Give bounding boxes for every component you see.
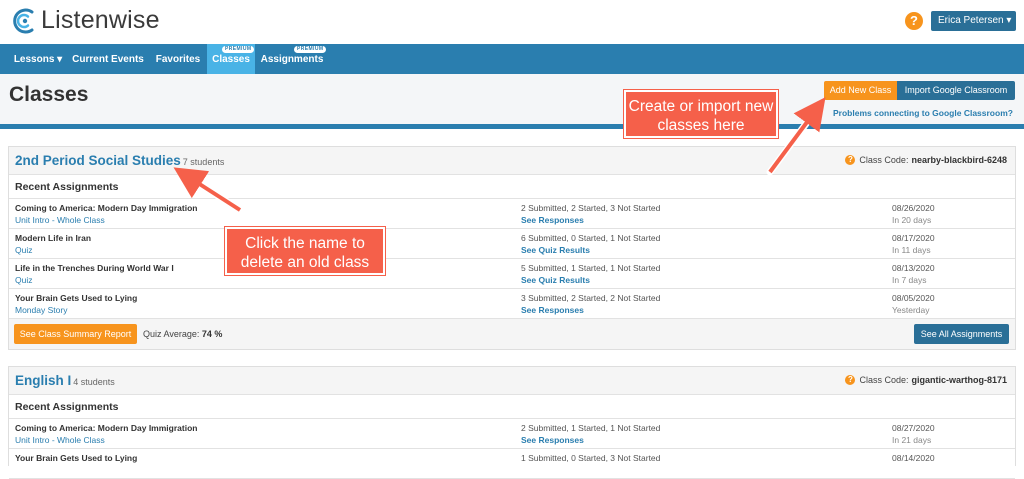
page-title: Classes [9, 83, 89, 106]
class-card: 2nd Period Social Studies 7 students ? Cl… [8, 146, 1016, 350]
help-icon[interactable]: ? [845, 375, 856, 385]
nav-assignments[interactable]: PREMIUM Assignments [256, 44, 328, 74]
nav-current-events[interactable]: Current Events [68, 44, 148, 74]
brand-name: Listenwise [41, 6, 160, 34]
delete-class-callout: Click the name to delete an old class [225, 227, 385, 275]
assignment-type[interactable]: Unit Intro - Whole Class [15, 434, 197, 446]
submission-status: 2 Submitted, 1 Started, 1 Not Started [521, 423, 661, 433]
student-count: 7 students [182, 157, 225, 167]
see-responses-link[interactable]: See Responses [521, 434, 660, 446]
add-new-class-button[interactable]: Add New Class [824, 81, 897, 100]
nav-classes-label: Classes [212, 54, 250, 65]
due-date: 08/17/2020 [892, 233, 935, 243]
due-date: 08/05/2020 [892, 293, 935, 303]
problems-connecting-link[interactable]: Problems connecting to Google Classroom? [833, 108, 1013, 118]
premium-badge: PREMIUM [294, 46, 327, 53]
nav-lessons-label: Lessons ▾ [13, 54, 63, 65]
assignment-title[interactable]: Coming to America: Modern Day Immigratio… [15, 202, 197, 214]
due-relative: Yesterday [892, 305, 930, 315]
class-name[interactable]: English I [15, 373, 71, 388]
quiz-average: Quiz Average: 74 % [143, 329, 222, 339]
submission-status: 3 Submitted, 2 Started, 2 Not Started [521, 293, 661, 303]
main-nav: Lessons ▾ Current Events Favorites PREMI… [0, 44, 1024, 74]
submission-status: 1 Submitted, 0 Started, 3 Not Started [521, 453, 661, 463]
assignment-type[interactable]: Monday Story [15, 304, 137, 316]
table-row: Your Brain Gets Used to Lying Monday Stor… [9, 289, 1015, 319]
class-summary-report-button[interactable]: See Class Summary Report [14, 324, 137, 344]
class-code: ? Class Code: nearby-blackbird-6248 [845, 155, 1007, 165]
listenwise-logo-icon [13, 8, 34, 33]
class-name-link[interactable]: 2nd Period Social Studies 7 students [15, 153, 224, 168]
assignment-type[interactable]: Quiz [15, 274, 174, 286]
header-divider [0, 124, 1024, 129]
listenwise-logo[interactable]: Listenwise [12, 6, 160, 35]
recent-assignments-heading: Recent Assignments [9, 395, 1015, 419]
help-icon[interactable]: ? [845, 155, 856, 165]
class-card: English I4 students ? Class Code: gigant… [8, 366, 1016, 479]
assignment-type[interactable]: Quiz [15, 244, 91, 256]
table-row: Life in the Trenches During World War IQ… [9, 259, 1015, 289]
class-card-header: 2nd Period Social Studies 7 students ? Cl… [9, 147, 1015, 175]
due-date: 08/27/2020 [892, 423, 935, 433]
nav-lessons[interactable]: Lessons ▾ [8, 44, 68, 74]
see-responses-link[interactable]: See Responses [521, 214, 660, 226]
table-row: Modern Life in Iran Quiz 6 Submitted, 0 S… [9, 229, 1015, 259]
recent-assignments-heading: Recent Assignments [9, 175, 1015, 199]
see-quiz-results-link[interactable]: See Quiz Results [521, 274, 660, 286]
assignment-title[interactable]: Modern Life in Iran [15, 232, 91, 244]
student-count: 4 students [73, 377, 115, 387]
due-relative: In 20 days [892, 215, 932, 225]
assignment-type[interactable]: Unit Intro - Whole Class [15, 214, 197, 226]
due-relative: In 21 days [892, 435, 932, 445]
table-row: Coming to America: Modern Day Immigratio… [9, 199, 1015, 229]
quiz-average-label: Quiz Average: [143, 329, 200, 339]
due-relative: In 11 days [892, 245, 931, 255]
table-row: Your Brain Gets Used to Lying 1 Submitte… [9, 449, 1015, 479]
premium-badge: PREMIUM [222, 46, 255, 53]
assignment-title[interactable]: Life in the Trenches During World War I [15, 262, 174, 274]
class-card-header: English I4 students ? Class Code: gigant… [9, 367, 1015, 395]
create-import-callout: Create or import new classes here [624, 90, 778, 138]
class-code-value: nearby-blackbird-6248 [911, 155, 1007, 165]
see-quiz-results-link[interactable]: See Quiz Results [521, 244, 660, 256]
import-google-classroom-button[interactable]: Import Google Classroom [897, 81, 1015, 100]
quiz-average-value: 74 % [201, 329, 223, 339]
nav-current-events-label: Current Events [72, 54, 144, 65]
nav-assignments-label: Assignments [260, 54, 324, 65]
nav-favorites-label: Favorites [155, 54, 201, 65]
class-code: ? Class Code: gigantic-warthog-8171 [845, 375, 1007, 385]
nav-favorites[interactable]: Favorites [148, 44, 208, 74]
class-code-label: Class Code: [859, 375, 909, 385]
submission-status: 5 Submitted, 1 Started, 1 Not Started [521, 263, 661, 273]
nav-classes[interactable]: PREMIUM Classes [207, 44, 255, 74]
see-responses-link[interactable]: See Responses [521, 304, 660, 316]
see-all-assignments-button[interactable]: See All Assignments [914, 324, 1009, 344]
due-date: 08/14/2020 [892, 453, 935, 463]
due-relative: In 7 days [892, 275, 927, 285]
table-row: Coming to America: Modern Day Immigratio… [9, 419, 1015, 449]
class-card-footer: See Class Summary Report Quiz Average: 7… [9, 319, 1015, 349]
due-date: 08/13/2020 [892, 263, 935, 273]
class-name[interactable]: 2nd Period Social Studies [15, 153, 181, 168]
class-code-label: Class Code: [859, 155, 909, 165]
submission-status: 2 Submitted, 2 Started, 3 Not Started [521, 203, 661, 213]
top-bar: Listenwise ? Erica Petersen ▾ [0, 0, 1024, 44]
help-icon[interactable]: ? [905, 12, 923, 30]
submission-status: 6 Submitted, 0 Started, 1 Not Started [521, 233, 661, 243]
assignment-title[interactable]: Your Brain Gets Used to Lying [15, 452, 137, 464]
class-name-link[interactable]: English I4 students [15, 373, 115, 388]
user-menu-button[interactable]: Erica Petersen ▾ [931, 11, 1016, 31]
assignment-title[interactable]: Your Brain Gets Used to Lying [15, 292, 137, 304]
due-date: 08/26/2020 [892, 203, 935, 213]
assignment-title[interactable]: Coming to America: Modern Day Immigratio… [15, 422, 197, 434]
class-code-value: gigantic-warthog-8171 [911, 375, 1007, 385]
